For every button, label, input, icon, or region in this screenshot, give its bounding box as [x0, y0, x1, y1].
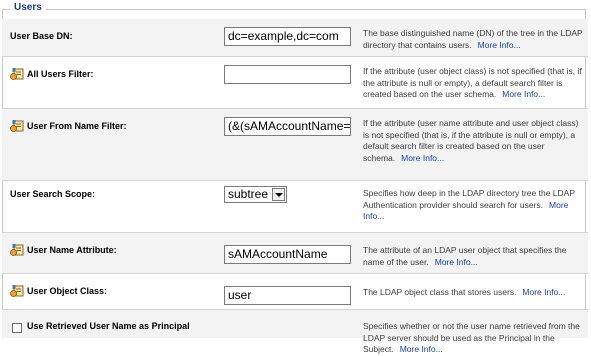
dynamic-attribute-icon: [10, 67, 24, 81]
user-from-name-filter-input[interactable]: (&(sAMAccountName=%: [224, 117, 351, 136]
row-use-retrieved-user-name: Use Retrieved User Name as Principal Spe…: [2, 310, 588, 354]
user-search-scope-description: Specifies how deep in the LDAP directory…: [363, 188, 575, 221]
all-users-filter-label: All Users Filter:: [27, 69, 94, 79]
user-object-class-more-info-link[interactable]: More Info...: [522, 287, 565, 297]
dynamic-attribute-icon: [10, 119, 24, 133]
user-name-attribute-input[interactable]: sAMAccountName: [224, 245, 351, 264]
user-base-dn-input[interactable]: dc=example,dc=com: [224, 27, 351, 46]
user-object-class-label: User Object Class:: [27, 286, 108, 296]
use-retrieved-user-name-label: Use Retrieved User Name as Principal: [27, 321, 190, 331]
all-users-filter-input[interactable]: [224, 65, 351, 84]
user-name-attribute-more-info-link[interactable]: More Info...: [435, 257, 478, 267]
row-user-search-scope: User Search Scope: subtree Specifies how…: [2, 181, 588, 233]
user-object-class-input[interactable]: user: [224, 286, 351, 305]
user-name-attribute-description: The attribute of an LDAP user object tha…: [363, 245, 567, 267]
user-from-name-filter-description: If the attribute (user name attribute an…: [363, 118, 579, 163]
use-retrieved-user-name-more-info-link[interactable]: More Info...: [400, 344, 443, 354]
user-base-dn-label: User Base DN:: [10, 31, 73, 41]
user-from-name-filter-label: User From Name Filter:: [27, 121, 127, 131]
use-retrieved-user-name-checkbox[interactable]: [12, 323, 22, 333]
user-from-name-filter-more-info-link[interactable]: More Info...: [401, 153, 444, 163]
user-search-scope-select[interactable]: subtree: [224, 186, 287, 203]
row-all-users-filter: All Users Filter: If the attribute (user…: [2, 57, 588, 109]
user-base-dn-description: The base distinguished name (DN) of the …: [363, 28, 583, 50]
row-user-base-dn: User Base DN: dc=example,dc=com The base…: [2, 19, 588, 57]
section-legend: Users: [10, 2, 46, 13]
row-user-object-class: User Object Class: user The LDAP object …: [2, 274, 588, 310]
user-object-class-description: The LDAP object class that stores users.…: [363, 287, 566, 297]
row-user-from-name-filter: User From Name Filter: (&(sAMAccountName…: [2, 109, 588, 181]
use-retrieved-user-name-description: Specifies whether or not the user name r…: [363, 321, 580, 354]
user-search-scope-label: User Search Scope:: [10, 189, 96, 199]
user-search-scope-selected-value: subtree: [228, 187, 269, 201]
all-users-filter-description: If the attribute (user object class) is …: [363, 66, 582, 99]
user-base-dn-more-info-link[interactable]: More Info...: [478, 40, 521, 50]
user-name-attribute-label: User Name Attribute:: [27, 245, 117, 255]
row-user-name-attribute: User Name Attribute: sAMAccountName The …: [2, 233, 588, 274]
chevron-down-icon[interactable]: [272, 188, 285, 201]
dynamic-attribute-icon: [10, 284, 24, 298]
dynamic-attribute-icon: [10, 243, 24, 257]
all-users-filter-more-info-link[interactable]: More Info...: [502, 89, 545, 99]
